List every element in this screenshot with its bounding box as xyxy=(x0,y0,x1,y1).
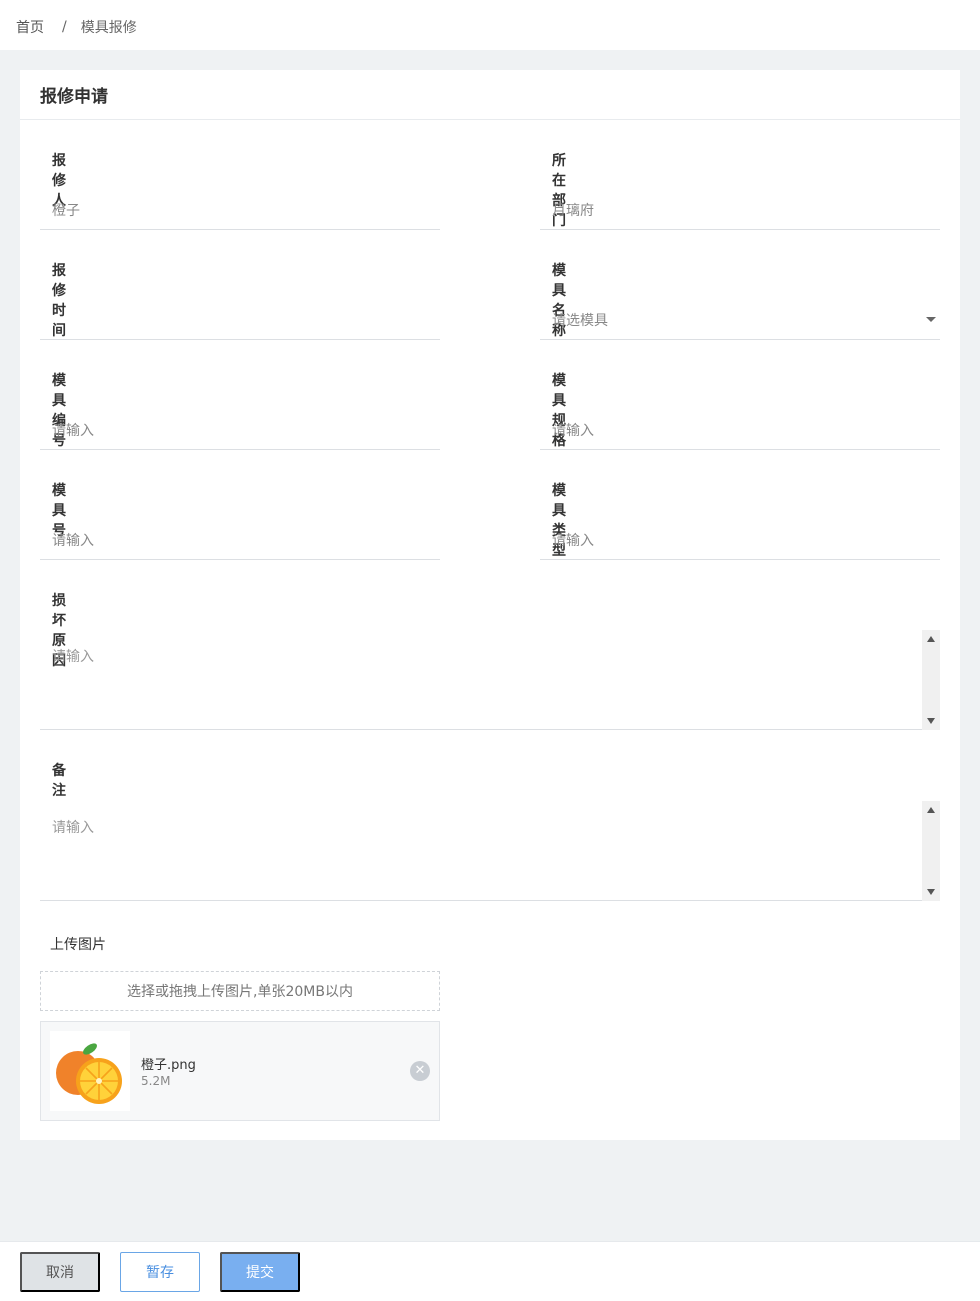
mold-number-input[interactable]: 请输入 xyxy=(40,410,440,450)
orange-image-icon xyxy=(56,1043,122,1104)
mold-name-placeholder: 请选模具 xyxy=(552,312,608,329)
card-title: 报修申请 xyxy=(40,87,108,107)
mold-spec-input[interactable]: 请输入 xyxy=(540,410,940,450)
save-draft-button[interactable]: 暂存 xyxy=(120,1252,200,1292)
repair-time-input[interactable] xyxy=(40,300,440,340)
scroll-down-arrow-icon[interactable] xyxy=(927,718,935,724)
damage-reason-placeholder: 请输入 xyxy=(52,649,94,665)
upload-hint: 选择或拖拽上传图片,单张20MB以内 xyxy=(127,984,353,1000)
top-bar: 首页 / 模具报修 xyxy=(0,0,980,50)
mold-number-placeholder: 请输入 xyxy=(52,422,94,439)
damage-reason-textarea[interactable]: 请输入 xyxy=(40,630,940,730)
reporter-value: 橙子 xyxy=(52,202,80,219)
reporter-input[interactable]: 橙子 xyxy=(40,190,440,230)
cancel-button[interactable]: 取消 xyxy=(20,1252,100,1292)
submit-button[interactable]: 提交 xyxy=(220,1252,300,1292)
scroll-up-arrow-icon[interactable] xyxy=(927,636,935,642)
mold-type-input[interactable]: 请输入 xyxy=(540,520,940,560)
file-size: 5.2M xyxy=(141,1074,171,1088)
scroll-up-arrow-icon[interactable] xyxy=(927,807,935,813)
close-circle-icon[interactable]: ✕ xyxy=(410,1061,430,1081)
mold-name-select[interactable]: 请选模具 xyxy=(540,300,940,340)
breadcrumb-home[interactable]: 首页 xyxy=(16,17,44,37)
card-header: 报修申请 xyxy=(20,70,960,120)
mold-no-placeholder: 请输入 xyxy=(52,532,94,549)
mold-spec-placeholder: 请输入 xyxy=(552,422,594,439)
damage-reason-scrollbar[interactable] xyxy=(922,630,940,730)
department-input[interactable]: 月璃府 xyxy=(540,190,940,230)
upload-label: 上传图片 xyxy=(50,937,106,953)
file-thumbnail xyxy=(50,1031,130,1111)
mold-type-placeholder: 请输入 xyxy=(552,532,594,549)
breadcrumb-separator: / xyxy=(62,19,67,35)
remark-label: 备注 xyxy=(52,763,66,799)
scroll-down-arrow-icon[interactable] xyxy=(927,889,935,895)
remark-placeholder: 请输入 xyxy=(52,820,94,836)
department-value: 月璃府 xyxy=(552,202,594,219)
remark-scrollbar[interactable] xyxy=(922,801,940,901)
mold-no-input[interactable]: 请输入 xyxy=(40,520,440,560)
repair-form-card: 报修申请 报修人 橙子 所在部门 月璃府 报修时间 模具名称 请选模具 模具编号… xyxy=(20,70,960,1140)
remark-textarea[interactable]: 请输入 xyxy=(40,801,940,901)
file-name: 橙子.png xyxy=(141,1058,196,1073)
breadcrumb: 首页 / 模具报修 xyxy=(16,17,137,37)
footer-bar: 取消 暂存 提交 xyxy=(0,1241,980,1301)
caret-down-icon[interactable] xyxy=(926,317,936,322)
uploaded-file-card: 橙子.png 5.2M ✕ xyxy=(40,1021,440,1121)
upload-dropzone[interactable]: 选择或拖拽上传图片,单张20MB以内 xyxy=(40,971,440,1011)
breadcrumb-current: 模具报修 xyxy=(80,20,137,36)
